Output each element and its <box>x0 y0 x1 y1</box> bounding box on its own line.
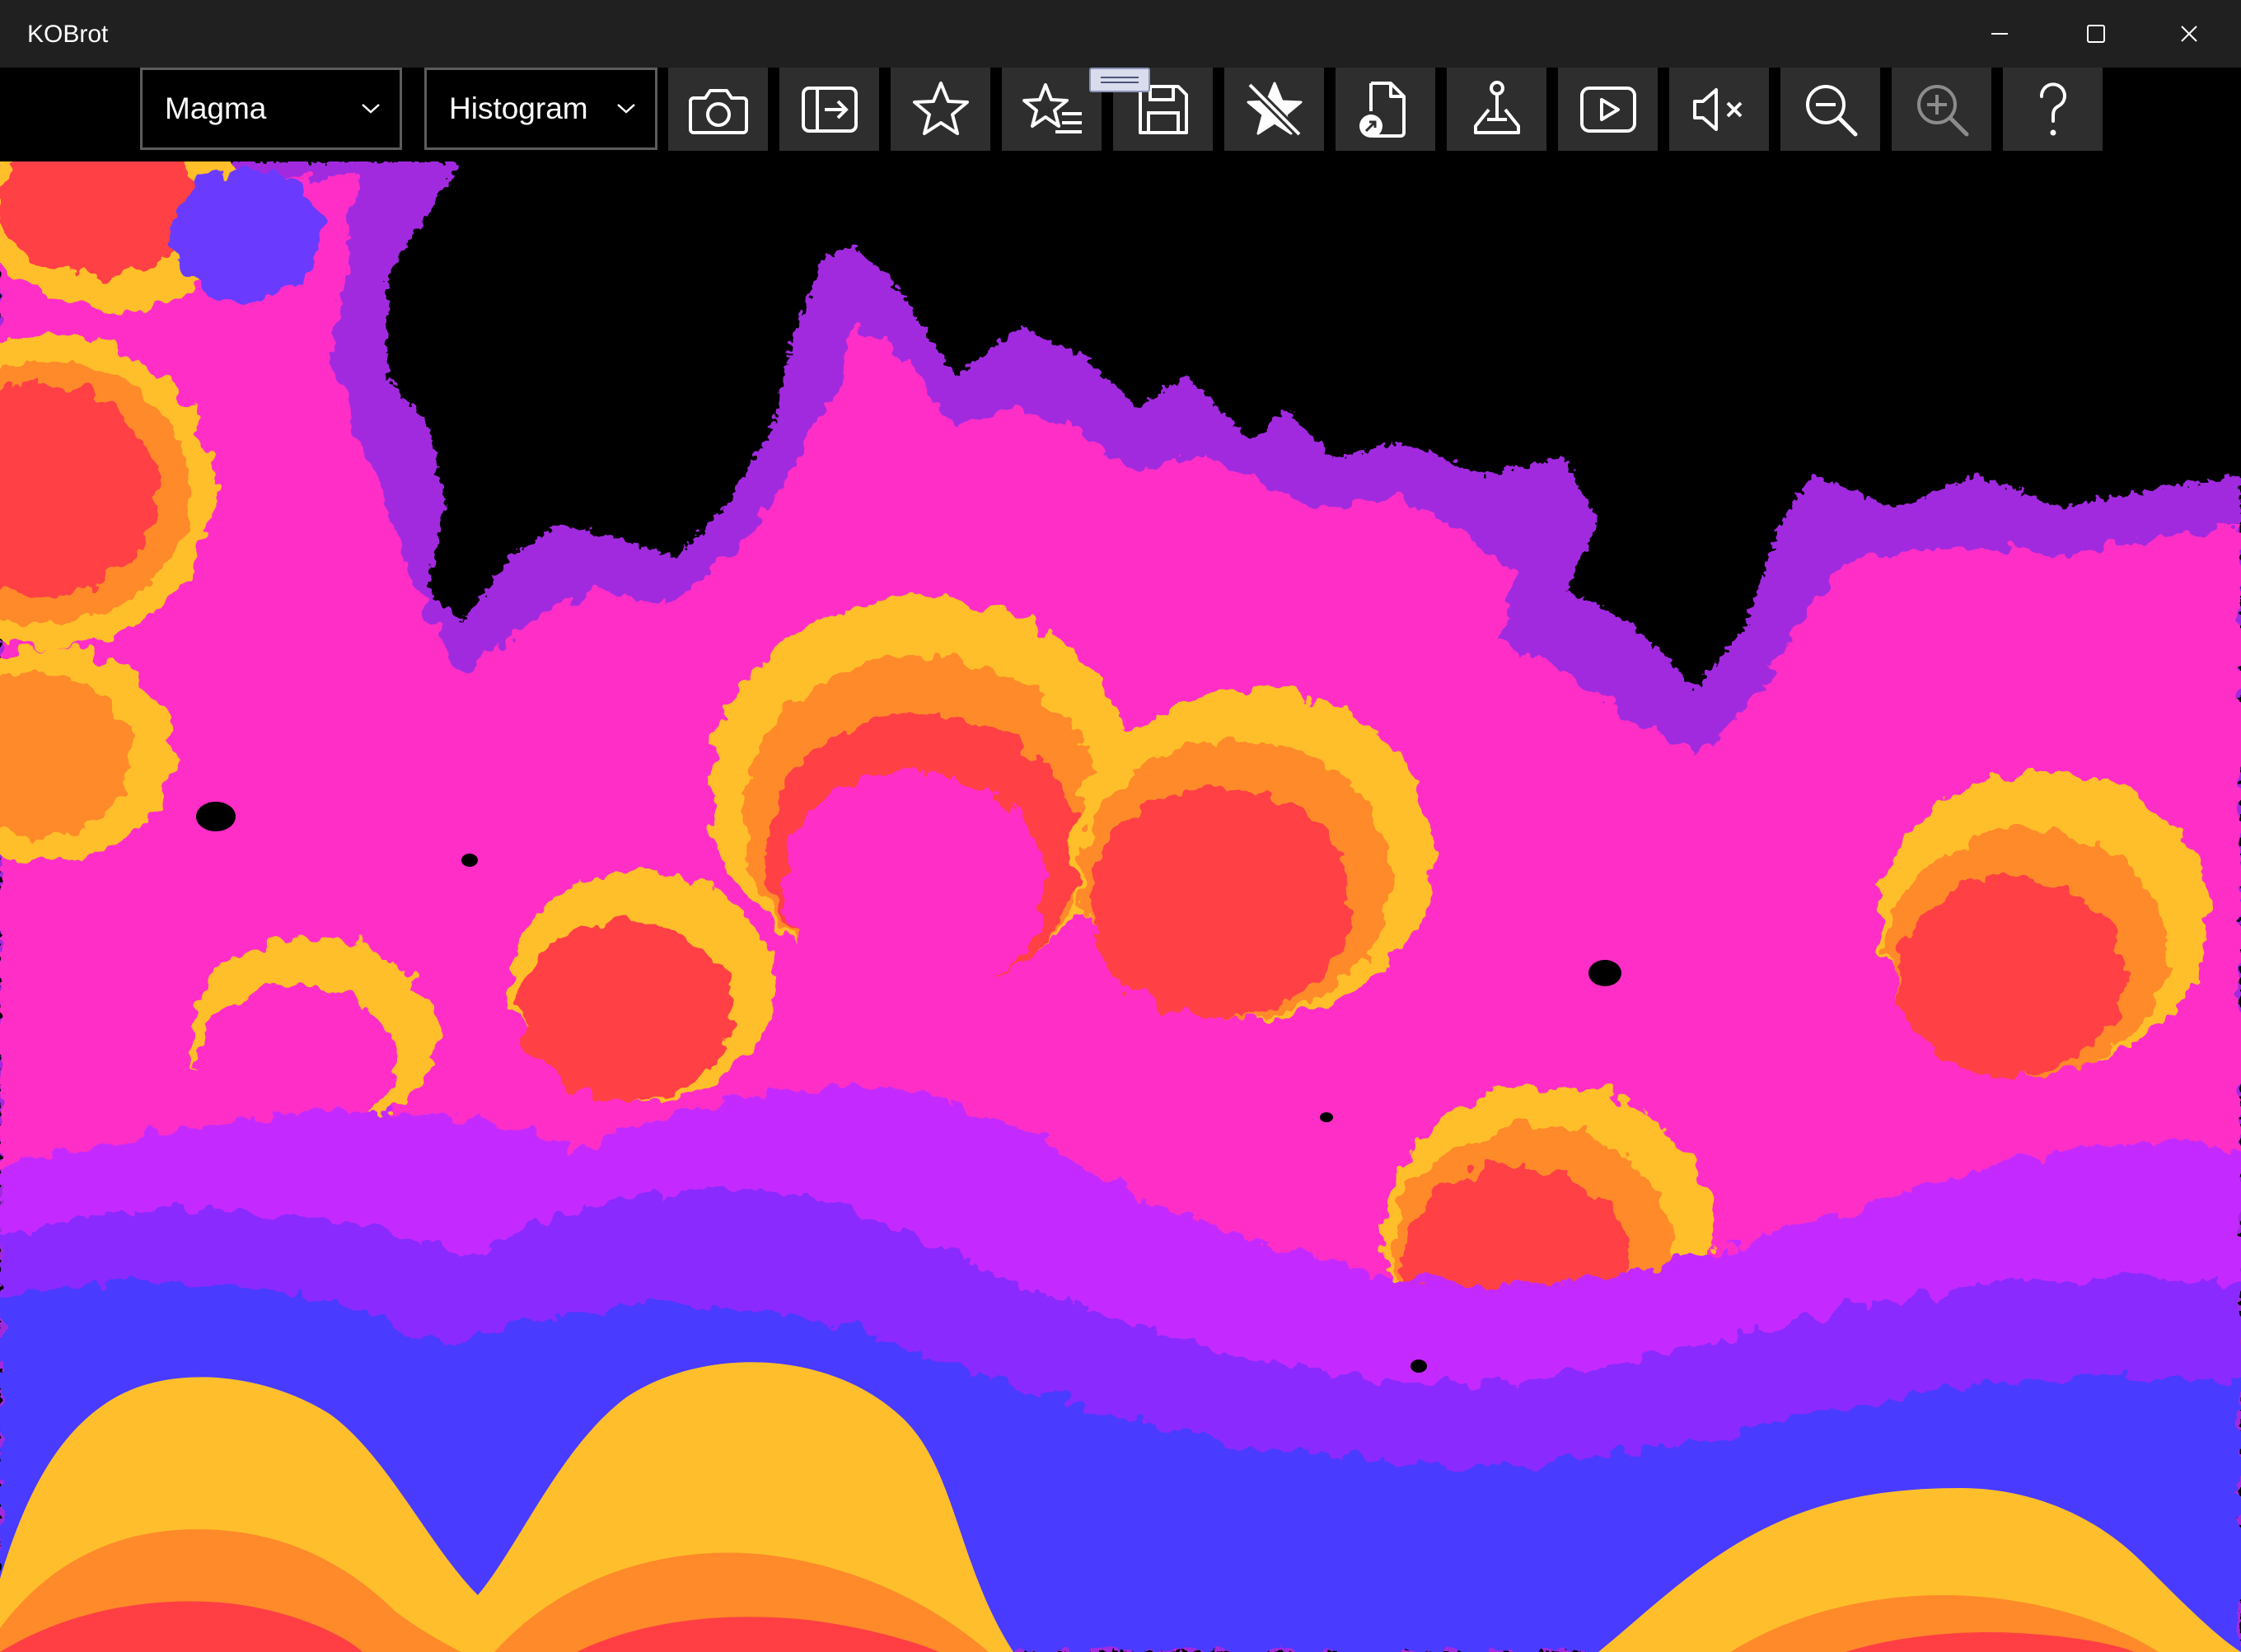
zoom-out-icon <box>1805 84 1857 136</box>
add-favorite-button[interactable] <box>891 68 990 151</box>
palette-select[interactable]: Magma <box>140 68 402 150</box>
open-file-button[interactable] <box>1336 68 1435 151</box>
mute-button[interactable] <box>1669 68 1769 151</box>
unfavorite-icon <box>1246 81 1303 138</box>
help-button[interactable] <box>2003 68 2103 151</box>
favorites-list-icon <box>1022 82 1082 133</box>
screenshot-button[interactable] <box>668 68 768 151</box>
favorites-list-button[interactable] <box>1002 68 1102 151</box>
zoom-in-button[interactable] <box>1892 68 1991 151</box>
remove-favorite-button[interactable] <box>1224 68 1324 151</box>
export-icon <box>801 86 858 133</box>
zoom-out-button[interactable] <box>1780 68 1880 151</box>
play-icon <box>1579 86 1636 133</box>
mandelbrot-render <box>0 161 2241 1652</box>
toolbar-gripper[interactable] <box>1089 68 1150 92</box>
close-button[interactable] <box>2144 0 2234 68</box>
maximize-icon <box>2087 25 2105 43</box>
window-title: KOBrot <box>27 21 109 48</box>
zoom-in-icon <box>1916 84 1968 136</box>
coloring-select[interactable]: Histogram <box>424 68 657 150</box>
map-location-icon <box>1473 80 1520 134</box>
export-button[interactable] <box>779 68 879 151</box>
coloring-select-value: Histogram <box>449 91 588 125</box>
minimize-button[interactable] <box>1954 0 2045 68</box>
help-icon <box>2039 82 2066 135</box>
minimize-icon <box>1991 33 2008 35</box>
location-button[interactable] <box>1447 68 1546 151</box>
chevron-down-icon <box>362 104 380 114</box>
maximize-button[interactable] <box>2051 0 2141 68</box>
close-icon <box>2181 26 2197 42</box>
palette-select-value: Magma <box>165 91 267 125</box>
star-icon <box>912 81 969 135</box>
camera-icon <box>688 88 748 134</box>
play-button[interactable] <box>1558 68 1658 151</box>
app-window: KOBrot Magma Histogram <box>0 0 2241 1652</box>
mute-icon <box>1692 87 1742 131</box>
title-bar: KOBrot <box>0 0 2241 68</box>
chevron-down-icon <box>617 104 635 114</box>
fractal-canvas[interactable] <box>0 161 2241 1652</box>
open-file-icon <box>1359 81 1406 138</box>
